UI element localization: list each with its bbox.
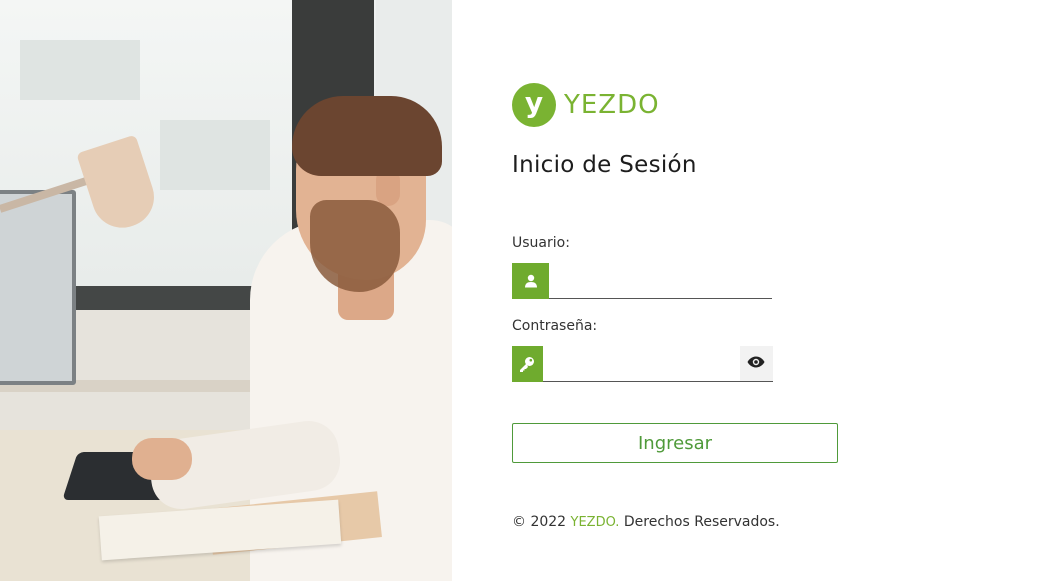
person-hair — [292, 96, 442, 176]
page-title: Inicio de Sesión — [512, 152, 697, 178]
monitor — [0, 190, 76, 385]
footer-copyright: © 2022 YEZDO. Derechos Reservados. — [512, 514, 780, 530]
login-submit-button[interactable]: Ingresar — [512, 423, 838, 463]
username-input[interactable] — [549, 263, 772, 299]
eye-icon — [747, 356, 765, 371]
building-shape — [20, 40, 140, 100]
footer-suffix: Derechos Reservados. — [619, 514, 780, 530]
username-label: Usuario: — [512, 235, 570, 251]
logo-badge-icon: y — [512, 83, 556, 127]
building-shape — [160, 120, 270, 190]
logo: y YEZDO — [512, 83, 660, 127]
username-field-group — [512, 263, 772, 299]
password-field-group — [512, 346, 773, 382]
user-icon — [512, 263, 549, 299]
key-icon — [512, 346, 543, 382]
person-hand — [132, 438, 192, 480]
password-input[interactable] — [542, 346, 740, 382]
login-panel: y YEZDO Inicio de Sesión Usuario: Contra… — [452, 0, 1053, 581]
footer-brand-link[interactable]: YEZDO. — [571, 515, 620, 530]
logo-text: YEZDO — [564, 90, 660, 120]
footer-prefix: © 2022 — [512, 514, 571, 530]
toggle-password-button[interactable] — [739, 346, 773, 382]
password-label: Contraseña: — [512, 318, 598, 334]
hero-photo — [0, 0, 452, 581]
